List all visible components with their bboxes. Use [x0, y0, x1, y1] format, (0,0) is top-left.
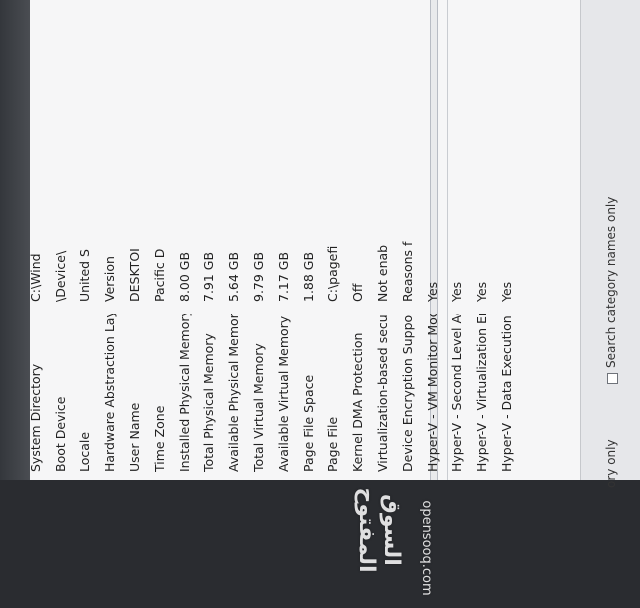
- system-information-window: Windows DirectoryC:\WindSystem Directory…: [0, 0, 640, 488]
- summary-row[interactable]: System Directory C:\Wind: [28, 0, 53, 480]
- summary-row[interactable]: Total Virtual Memory 9.79 GB: [251, 0, 276, 480]
- summary-item-label: Installed Physical Memory (RAM): [176, 314, 192, 472]
- summary-item-value: 9.79 GB: [251, 251, 266, 302]
- summary-item-value: 7.17 GB: [275, 251, 291, 302]
- summary-row[interactable]: Page File Space 1.88 GB: [301, 0, 326, 480]
- table-surface: [0, 0, 30, 480]
- summary-item-value: \Device\: [52, 250, 68, 302]
- summary-item-value: Not enab: [375, 244, 390, 302]
- summary-item-label: Hyper-V - Data Execution Prote...: [499, 314, 514, 472]
- summary-item-label: Virtualization-based security: [375, 314, 390, 472]
- summary-row[interactable]: Installed Physical Memory (RAM) 8.00 GB: [177, 0, 202, 480]
- summary-item-label: Available Physical Memory: [226, 314, 242, 472]
- summary-item-value: 8.00 GB: [176, 251, 192, 302]
- summary-row[interactable]: Device Encryption Support Reasons f: [400, 0, 425, 480]
- search-category-names-checkbox[interactable]: [607, 373, 618, 384]
- summary-row[interactable]: Time Zone Pacific D: [152, 0, 177, 480]
- summary-row[interactable]: User Name DESKTOI: [127, 0, 152, 480]
- summary-item-label: Hyper-V - Second Level Addres...: [449, 314, 465, 472]
- system-summary-grid: Windows DirectoryC:\WindSystem Directory…: [0, 0, 580, 480]
- summary-item-label: Hyper-V - VM Monitor Mode E...: [424, 314, 440, 472]
- summary-item-value: C:\pagefi: [325, 245, 341, 302]
- summary-item-value: Off: [350, 283, 366, 302]
- summary-item-label: Boot Device: [52, 396, 68, 473]
- summary-item-value: 5.64 GB: [226, 251, 242, 302]
- summary-item-label: Locale: [77, 431, 93, 472]
- search-selected-category-label: ory only: [604, 439, 618, 488]
- summary-item-value: Yes: [449, 281, 465, 302]
- summary-item-value: Yes: [499, 281, 514, 302]
- summary-row[interactable]: Locale United S: [77, 0, 102, 480]
- summary-row[interactable]: Available Virtual Memory 7.17 GB: [276, 0, 301, 480]
- watermark-url: opensooq.com: [419, 500, 434, 596]
- summary-item-label: System Directory: [27, 363, 43, 472]
- summary-item-value: 7.91 GB: [201, 251, 217, 302]
- summary-item-value: 1.88 GB: [300, 251, 316, 302]
- summary-row[interactable]: Virtualization-based security Not enab: [375, 0, 400, 480]
- summary-row[interactable]: Hyper-V - Second Level Addres... Yes: [449, 0, 474, 480]
- search-category-names-label: Search category names only: [604, 196, 618, 368]
- summary-item-label: Page File: [325, 416, 341, 472]
- summary-row[interactable]: Kernel DMA Protection Off: [350, 0, 375, 480]
- summary-item-value: United S: [77, 249, 93, 302]
- summary-item-label: Kernel DMA Protection: [350, 332, 366, 472]
- summary-item-value: Version: [102, 256, 118, 302]
- summary-item-label: Total Physical Memory: [201, 333, 217, 472]
- summary-item-value: Yes: [424, 281, 440, 302]
- summary-item-value: Yes: [474, 281, 490, 302]
- summary-item-label: Available Virtual Memory: [275, 315, 291, 472]
- summary-row[interactable]: Hyper-V - Data Execution Prote... Yes: [499, 0, 524, 480]
- summary-row[interactable]: Hyper-V - VM Monitor Mode E... Yes: [425, 0, 450, 480]
- summary-item-value: Pacific D: [151, 248, 167, 302]
- summary-item-value: C:\Wind: [27, 253, 43, 302]
- summary-row[interactable]: Hyper-V - Virtualization Enable... Yes: [474, 0, 499, 480]
- watermark-brand: السوق المفتوح: [354, 487, 404, 573]
- summary-row[interactable]: Boot Device \Device\: [53, 0, 78, 480]
- summary-item-value: Reasons f: [399, 241, 415, 302]
- summary-item-label: Hardware Abstraction Layer: [102, 314, 118, 472]
- summary-item-label: Total Virtual Memory: [251, 343, 266, 472]
- summary-row[interactable]: Total Physical Memory 7.91 GB: [201, 0, 226, 480]
- summary-item-label: Device Encryption Support: [399, 314, 415, 472]
- summary-item-label: Hyper-V - Virtualization Enable...: [474, 314, 490, 472]
- summary-item-label: Page File Space: [300, 374, 316, 472]
- summary-row[interactable]: Available Physical Memory 5.64 GB: [226, 0, 251, 480]
- summary-item-label: Time Zone: [151, 405, 167, 472]
- summary-item-label: User Name: [127, 402, 142, 472]
- summary-row[interactable]: Hardware Abstraction Layer Version: [102, 0, 127, 480]
- summary-row[interactable]: Page File C:\pagefi: [325, 0, 350, 480]
- summary-item-value: DESKTOI: [127, 248, 142, 302]
